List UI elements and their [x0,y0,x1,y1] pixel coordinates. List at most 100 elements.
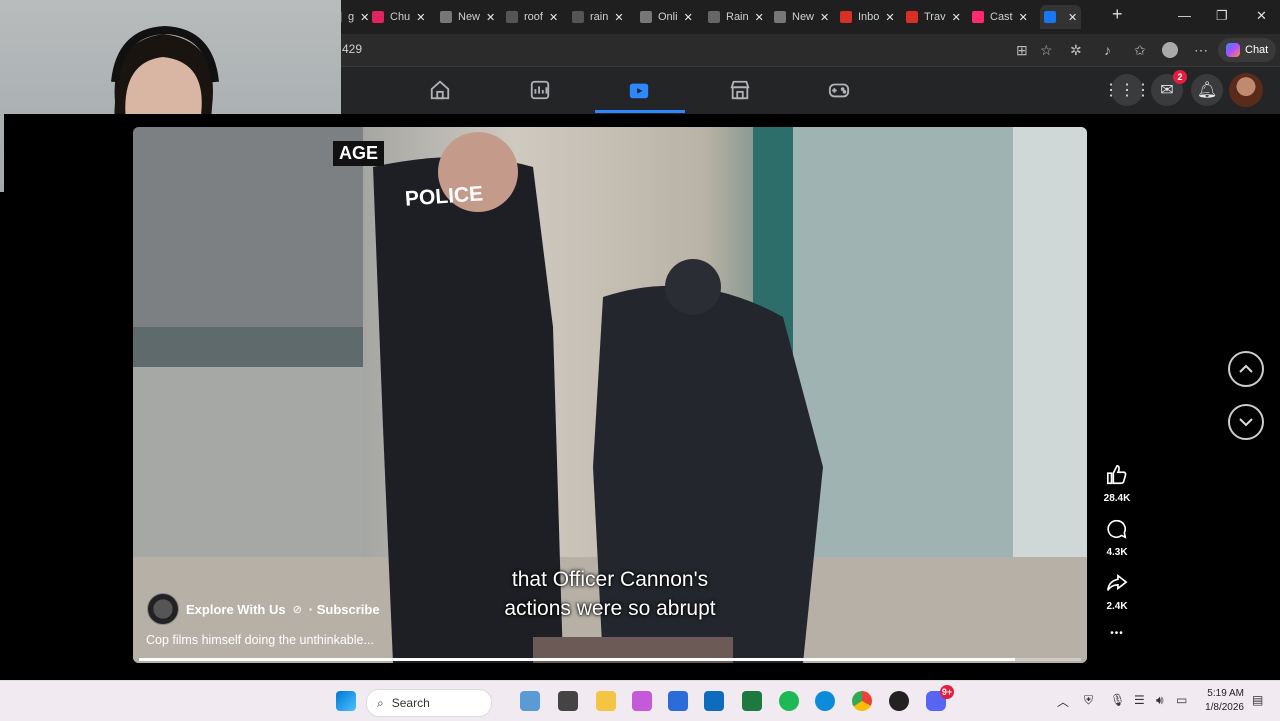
chrome-icon[interactable] [852,691,872,711]
close-tab-icon[interactable]: ✕ [486,11,495,24]
video-description[interactable]: Cop films himself doing the unthinkable.… [146,633,374,647]
minimize-icon[interactable]: — [1178,8,1191,23]
close-tab-icon[interactable]: ✕ [549,11,558,24]
tab-favicon-icon [774,11,786,23]
security-icon[interactable]: ⛨ [1084,693,1093,708]
wifi-icon[interactable]: ☰ [1134,693,1145,707]
close-tab-icon[interactable]: ✕ [755,11,764,24]
channel-name[interactable]: Explore With Us [186,602,286,617]
outlook-icon[interactable] [704,691,724,711]
browser-tab[interactable]: Trav ✕ [906,5,961,29]
tab-label: rain [590,11,609,23]
favorites-icon[interactable]: ✩ [1134,42,1146,59]
system-clock[interactable]: 5:19 AM 1/8/2026 [1196,687,1244,715]
browser-tab[interactable]: ✕ [1040,5,1082,29]
tab-label: Chu [390,11,411,23]
browser-tab[interactable]: Cast ✕ [972,5,1028,29]
tab-label: Onli [658,11,678,23]
browser-tab[interactable]: New ✕ [774,5,829,29]
notification-center-icon[interactable]: ▤ [1252,693,1263,707]
store-icon[interactable] [668,691,688,711]
spotify-icon[interactable] [779,691,799,711]
chevron-up-icon [1239,364,1253,373]
apps-icon[interactable]: ⊞ [1016,42,1028,59]
close-tab-icon[interactable]: ✕ [820,11,829,24]
chevron-down-icon [1239,418,1253,427]
profile-icon[interactable] [1162,42,1178,58]
close-tab-icon[interactable]: ✕ [360,11,369,24]
video-icon[interactable] [628,79,652,103]
taskbar-search[interactable]: ⌕ Search [366,689,492,717]
share-button[interactable]: 2.4K [1100,572,1134,612]
discord-icon[interactable]: 9+ [926,685,954,711]
task-view-icon[interactable] [558,691,578,711]
tab-label: roof [524,11,543,23]
active-tab-indicator [595,110,685,113]
start-icon[interactable] [336,691,356,711]
close-tab-icon[interactable]: ✕ [1019,11,1028,24]
channel-logo[interactable] [147,593,179,625]
close-tab-icon[interactable]: ✕ [416,11,425,24]
file-explorer-icon[interactable] [596,691,616,711]
avatar[interactable] [1229,73,1263,107]
tab-favicon-icon [906,11,918,23]
tab-label: Rain [726,11,749,23]
home-icon[interactable] [429,79,453,103]
next-reel-button[interactable] [1228,404,1264,440]
microphone-icon[interactable]: 🎙︎ [1110,693,1125,707]
subscribe-button[interactable]: · Subscribe [309,602,380,617]
comment-button[interactable]: 4.3K [1100,518,1134,558]
clock-date: 1/8/2026 [1205,702,1244,713]
excel-icon[interactable] [742,691,762,711]
like-button[interactable]: 28.4K [1100,464,1134,504]
browser-tab[interactable]: Chu ✕ [372,5,425,29]
close-tab-icon[interactable]: ✕ [684,11,693,24]
close-tab-icon[interactable]: ✕ [1068,11,1077,24]
extensions-icon[interactable]: ✲ [1070,42,1082,59]
app-icon[interactable] [889,691,909,711]
more-options-button[interactable]: ••• [1100,628,1134,639]
new-tab-icon[interactable]: + [1112,4,1123,25]
marketplace-icon[interactable] [729,79,753,103]
menu-grid-icon[interactable]: ⋮⋮⋮ [1103,74,1151,106]
pages-icon[interactable] [529,79,553,103]
widget-icon[interactable] [520,691,540,711]
favorite-star-icon[interactable]: ☆ [1040,42,1053,59]
browser-tab[interactable]: roof ✕ [506,5,558,29]
read-aloud-icon[interactable]: ♪ [1104,42,1111,58]
video-player[interactable]: AGE POLICE that Officer Cannon's actions… [133,127,1087,663]
previous-reel-button[interactable] [1228,351,1264,387]
notifications-bell-icon[interactable]: 🔔︎ [1191,74,1223,106]
url-text[interactable]: 429 [342,42,362,56]
tab-favicon-icon [840,11,852,23]
copilot-icon [1226,43,1240,57]
maximize-icon[interactable]: ❐ [1216,8,1228,24]
battery-icon[interactable]: ▭ [1176,693,1187,707]
caption-line: that Officer Cannon's [511,568,709,591]
messenger-icon[interactable]: ✉ 2 [1151,70,1187,106]
close-tab-icon[interactable]: ✕ [952,11,961,24]
tray-chevron-icon[interactable]: ︿ [1057,693,1069,710]
tab-label: Cast [990,11,1013,23]
volume-icon[interactable]: 🔊︎ [1156,693,1164,708]
browser-tab[interactable]: Inbo ✕ [840,5,895,29]
clock-time: 5:19 AM [1207,688,1244,699]
more-menu-icon[interactable]: ⋯ [1194,42,1208,59]
copilot-chat-button[interactable]: Chat [1218,38,1277,62]
browser-tab[interactable]: New ✕ [440,5,495,29]
tab-favicon-icon [1044,11,1056,23]
close-window-icon[interactable]: ✕ [1256,8,1267,24]
browser-tab[interactable]: Onli ✕ [640,5,693,29]
tab-label: New [792,11,815,23]
copilot-app-icon[interactable] [632,691,652,711]
tab-favicon-icon [440,11,452,23]
close-tab-icon[interactable]: ✕ [885,11,894,24]
notification-badge: 2 [1173,70,1187,84]
verified-icon: ⊘ [292,603,302,616]
close-tab-icon[interactable]: ✕ [614,11,623,24]
video-progress-bar[interactable] [139,658,1081,661]
edge-icon[interactable] [815,691,835,711]
gaming-icon[interactable] [828,79,852,103]
browser-tab[interactable]: rain ✕ [572,5,624,29]
browser-tab[interactable]: Rain ✕ [708,5,764,29]
